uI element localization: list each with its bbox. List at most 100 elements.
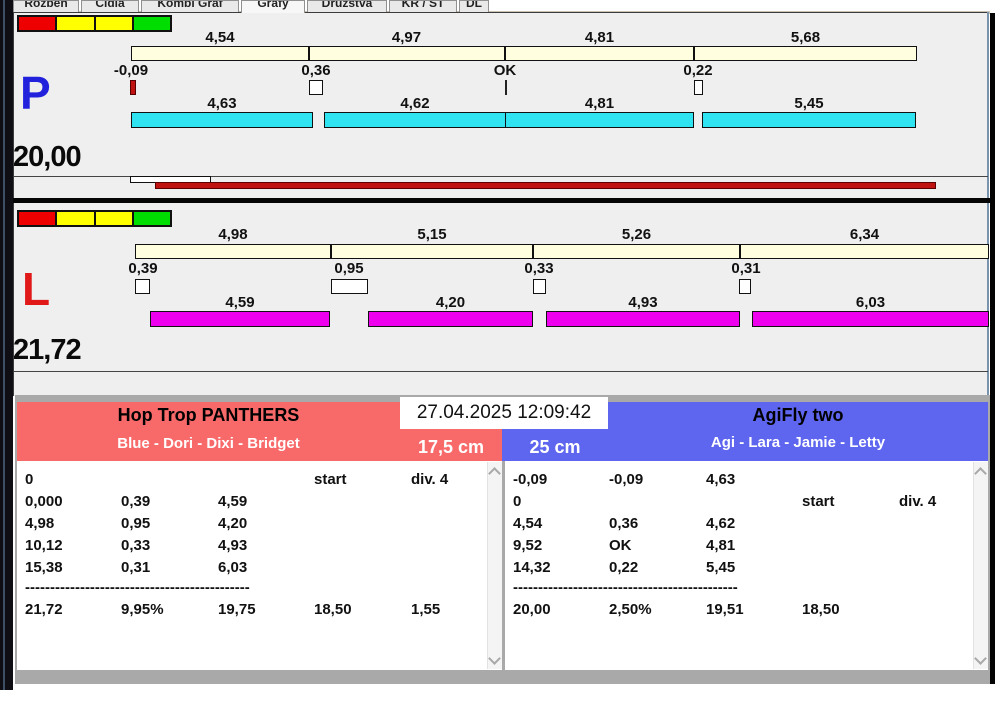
table-total-cell: 18,50 xyxy=(314,601,352,618)
team-left-listbox[interactable] xyxy=(17,461,502,670)
run-time-bar xyxy=(324,112,506,128)
background-window-strip-right xyxy=(990,13,995,684)
panel-separator xyxy=(13,198,990,203)
tab-kombi-graf[interactable]: Kombi Graf xyxy=(141,0,239,12)
tab-grafy[interactable]: Grafy xyxy=(241,0,305,13)
table-cell: div. 4 xyxy=(411,471,449,488)
early-start-mark xyxy=(130,80,136,95)
split-time-label: 4,54 xyxy=(205,29,235,46)
table-total-cell: 21,72 xyxy=(25,601,63,618)
split-bar-divider xyxy=(308,46,310,61)
table-total-cell: 9,95% xyxy=(121,601,164,618)
penalty-label: OK xyxy=(493,62,517,79)
window-right-border xyxy=(987,12,989,396)
table-cell: 4,62 xyxy=(706,515,736,532)
table-cell: 0 xyxy=(25,471,34,488)
penalty-label: 0,22 xyxy=(683,62,713,79)
tab-rozbeh[interactable]: Rozbeh xyxy=(13,0,79,12)
run-time-bar xyxy=(752,311,989,327)
scrollbar-left[interactable] xyxy=(487,462,502,669)
table-total-cell: 19,51 xyxy=(706,601,744,618)
split-bar-divider xyxy=(532,244,534,259)
table-separator: ----------------------------------------… xyxy=(25,579,250,594)
panel-l-total-time: 21,72 xyxy=(13,334,82,366)
run-time-bar xyxy=(131,112,313,128)
table-cell: 4,63 xyxy=(706,471,736,488)
run-time-bar xyxy=(368,311,533,327)
traffic-cell xyxy=(95,212,132,225)
panel-l-letter: L xyxy=(22,263,51,315)
penalty-label: 0,33 xyxy=(524,260,554,277)
scrollbar-right[interactable] xyxy=(973,462,988,669)
table-cell: 4,81 xyxy=(706,537,736,554)
table-cell: 15,38 xyxy=(25,559,63,576)
traffic-cell xyxy=(19,212,56,225)
table-cell: 4,98 xyxy=(25,515,55,532)
penalty-label: -0,09 xyxy=(113,62,149,79)
penalty-box xyxy=(533,279,546,294)
run-time-bar xyxy=(546,311,740,327)
tab-dl[interactable]: DL xyxy=(459,0,489,12)
panel-l-bottom-line xyxy=(14,371,988,372)
table-total-cell: 1,55 xyxy=(411,601,441,618)
traffic-cell xyxy=(57,212,94,225)
table-cell: 0 xyxy=(513,493,522,510)
run-time-label: 5,45 xyxy=(794,95,824,112)
traffic-cell xyxy=(95,17,132,30)
table-cell: 4,20 xyxy=(218,515,248,532)
table-cell: 10,12 xyxy=(25,537,63,554)
table-total-cell: 18,50 xyxy=(802,601,840,618)
table-cell: 0,36 xyxy=(609,515,639,532)
table-cell: 5,45 xyxy=(706,559,736,576)
penalty-box xyxy=(135,279,150,294)
penalty-box xyxy=(694,80,703,95)
tab-label: Rozbeh xyxy=(24,0,68,10)
split-bar-divider xyxy=(739,244,741,259)
run-time-label: 4,20 xyxy=(435,294,466,311)
tab-kr-st[interactable]: KR / ST xyxy=(389,0,457,12)
split-bar-divider xyxy=(330,244,332,259)
table-cell: 0,95 xyxy=(121,515,151,532)
split-time-label: 5,26 xyxy=(621,226,652,243)
table-cell: 0,000 xyxy=(25,493,63,510)
table-cell: OK xyxy=(609,537,632,554)
penalty-label: 0,95 xyxy=(334,260,364,277)
table-cell: 14,32 xyxy=(513,559,551,576)
tab--idla[interactable]: Čidla xyxy=(81,0,139,12)
tab-label: DL xyxy=(466,0,482,10)
table-cell: start xyxy=(314,471,347,488)
table-cell: 4,93 xyxy=(218,537,248,554)
traffic-cell xyxy=(133,212,170,225)
run-time-label: 4,63 xyxy=(207,95,237,112)
table-cell: 0,33 xyxy=(121,537,151,554)
split-time-label: 4,98 xyxy=(218,226,248,243)
run-time-bar xyxy=(150,311,330,327)
run-time-label: 4,62 xyxy=(400,95,430,112)
run-time-label: 6,03 xyxy=(855,294,886,311)
split-time-label: 6,34 xyxy=(849,226,880,243)
background-window-strip-left xyxy=(0,0,13,690)
tab-label: KR / ST xyxy=(401,0,445,10)
split-bar-divider xyxy=(504,46,506,61)
table-cell: -0,09 xyxy=(513,471,548,488)
table-cell: 0,22 xyxy=(609,559,639,576)
table-cell: 9,52 xyxy=(513,537,543,554)
team-right-name: AgiFly two xyxy=(752,405,844,425)
team-right-members: Agi - Lara - Jamie - Letty xyxy=(710,434,886,451)
split-time-label: 4,97 xyxy=(391,29,422,46)
tab-label: Družstva xyxy=(321,0,373,10)
table-cell: start xyxy=(802,493,835,510)
datetime-display: 27.04.2025 12:09:42 xyxy=(400,397,608,429)
tab-dru-stva[interactable]: Družstva xyxy=(307,0,387,12)
table-total-cell: 20,00 xyxy=(513,601,551,618)
traffic-cell xyxy=(133,17,170,30)
traffic-cell xyxy=(19,17,56,30)
split-bar-divider xyxy=(693,46,695,61)
run-time-bar xyxy=(505,112,694,128)
progress-elapsed-bar xyxy=(155,182,936,189)
table-cell: 4,54 xyxy=(513,515,543,532)
split-time-bar xyxy=(131,46,917,61)
team-left-category: 17,5 cm xyxy=(417,437,485,457)
panel-p-letter: P xyxy=(20,67,51,119)
table-cell: 4,59 xyxy=(218,493,248,510)
